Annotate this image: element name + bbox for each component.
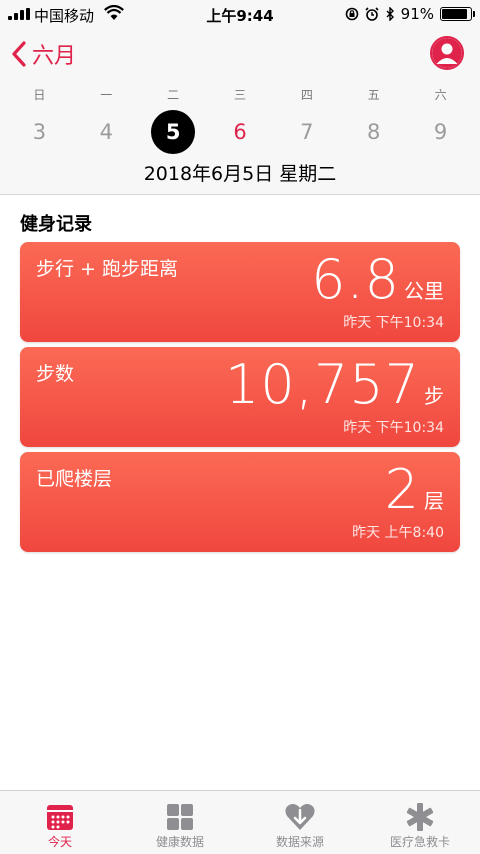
tab-bar: 今天 健康数据 数据来源 医疗急救卡 (0, 790, 480, 854)
date-row: 3 4 5 6 7 8 9 (6, 110, 474, 154)
weekday-label: 三 (234, 88, 247, 102)
date-number: 3 (32, 120, 47, 144)
card-timestamp: 昨天 下午10:34 (343, 315, 444, 331)
card-value: 2 (384, 458, 420, 521)
battery-percent: 91% (400, 5, 434, 23)
weekday-label: 日 (33, 88, 46, 102)
battery-icon (440, 7, 475, 21)
header: 中国移动 上午9:44 91% 六月 日 一 二 三 四 五 六 3 4 5 6… (0, 0, 480, 195)
date-cell[interactable]: 3 (6, 110, 73, 154)
date-cell[interactable]: 8 (340, 110, 407, 154)
tab-health-data[interactable]: 健康数据 (120, 791, 240, 854)
status-bar: 中国移动 上午9:44 91% (0, 0, 480, 28)
section-title: 健身记录 (20, 214, 92, 235)
tab-today[interactable]: 今天 (0, 791, 120, 854)
card-flights-climbed[interactable]: 已爬楼层 2 层 昨天 上午8:40 (20, 452, 460, 552)
card-steps[interactable]: 步数 10,757 步 昨天 下午10:34 (20, 347, 460, 447)
weekday-row: 日一二三四五六 (6, 86, 474, 103)
tab-medical-id[interactable]: 医疗急救卡 (360, 791, 480, 854)
weekday-label: 六 (434, 88, 447, 102)
heart-download-icon (285, 804, 315, 830)
date-cell[interactable]: 9 (407, 110, 474, 154)
date-cell[interactable]: 5 (140, 110, 207, 154)
date-number: 7 (300, 120, 314, 144)
date-number: 8 (367, 120, 381, 144)
card-label: 步行 + 跑步距离 (36, 258, 178, 280)
date-cell[interactable]: 6 (207, 110, 274, 154)
date-cell[interactable]: 4 (73, 110, 140, 154)
weekday-label: 一 (100, 88, 113, 102)
status-right: 91% (345, 5, 475, 23)
bluetooth-icon (386, 7, 394, 21)
orientation-lock-icon (345, 7, 358, 21)
card-label: 步数 (36, 363, 75, 385)
card-value-row: 10,757 步 (225, 353, 444, 416)
card-value-row: 2 层 (385, 458, 444, 521)
weekday-label: 四 (300, 88, 313, 102)
date-number: 9 (433, 120, 448, 144)
grid-icon (167, 804, 193, 830)
card-label: 已爬楼层 (36, 468, 113, 490)
date-number: 5 (151, 110, 196, 154)
card-value-row: 6.8 公里 (311, 248, 444, 311)
date-cell[interactable]: 7 (273, 110, 340, 154)
chevron-left-icon (12, 41, 26, 67)
full-date: 2018年6月5日 星期二 (143, 163, 337, 185)
card-value: 6.8 (311, 248, 400, 311)
back-label: 六月 (32, 44, 77, 69)
alarm-icon (365, 7, 379, 21)
card-walking-distance[interactable]: 步行 + 跑步距离 6.8 公里 昨天 下午10:34 (20, 242, 460, 342)
calendar-icon (47, 805, 73, 830)
card-timestamp: 昨天 上午8:40 (352, 525, 444, 541)
date-number: 4 (99, 120, 113, 144)
profile-icon[interactable] (430, 36, 464, 70)
card-unit: 公里 (404, 279, 444, 303)
weekday-label: 五 (367, 88, 380, 102)
tab-label: 健康数据 (155, 835, 204, 849)
card-unit: 步 (424, 384, 444, 408)
card-value: 10,757 (225, 353, 420, 416)
tab-label: 今天 (47, 835, 72, 849)
card-timestamp: 昨天 下午10:34 (343, 420, 444, 436)
card-unit: 层 (424, 489, 444, 513)
date-number: 6 (233, 120, 247, 144)
tab-label: 数据来源 (275, 835, 324, 849)
weekday-label: 二 (167, 88, 180, 102)
tab-sources[interactable]: 数据来源 (240, 791, 360, 854)
back-button[interactable]: 六月 (10, 38, 76, 70)
medical-star-icon (406, 803, 434, 831)
tab-label: 医疗急救卡 (389, 835, 450, 849)
